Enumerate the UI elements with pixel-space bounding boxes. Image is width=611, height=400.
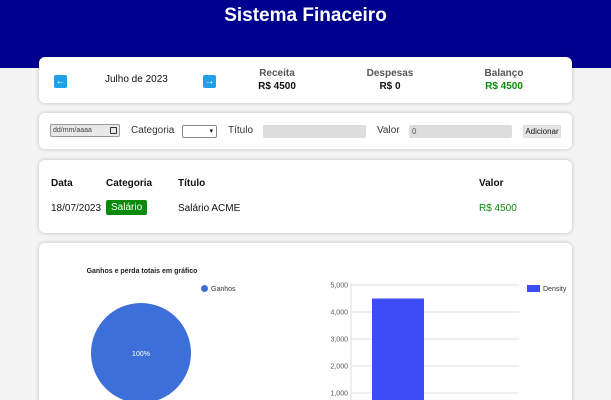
entry-form-card: dd/mm/aaaa Categoria ▾ Título Valor 0 Ad… xyxy=(39,113,572,149)
row-date: 18/07/2023 xyxy=(51,203,102,214)
date-placeholder: dd/mm/aaaa xyxy=(53,127,92,134)
y-tick-label: 5,000 xyxy=(330,283,348,290)
month-label: Julho de 2023 xyxy=(105,74,168,85)
bar-legend-label: Density xyxy=(543,286,567,293)
value-input[interactable]: 0 xyxy=(409,125,512,138)
balanco-value: R$ 4500 xyxy=(485,81,523,92)
summary-card: ← Julho de 2023 → Receita R$ 4500 Despes… xyxy=(39,57,572,103)
summary-receita: Receita R$ 4500 xyxy=(232,68,322,92)
bar-legend-swatch xyxy=(527,285,540,292)
pie-legend-swatch xyxy=(201,285,208,292)
column-header-title: Título xyxy=(178,178,206,189)
column-header-value: Valor xyxy=(479,178,504,189)
charts-card: Ganhos e perda totais em gráfico Ganhos … xyxy=(39,243,572,400)
pie-slice-label: 100% xyxy=(132,351,150,358)
y-tick-label: 4,000 xyxy=(330,310,348,317)
receita-label: Receita xyxy=(259,68,295,79)
despesas-value: R$ 0 xyxy=(379,81,401,92)
pie-legend-label: Ganhos xyxy=(211,286,236,293)
summary-despesas: Despesas R$ 0 xyxy=(345,68,435,92)
balanco-label: Balanço xyxy=(484,68,524,79)
category-select[interactable]: ▾ xyxy=(182,125,217,138)
bar-chart: 1,000 2,000 3,000 4,000 5,000 Density xyxy=(330,283,567,400)
pie-chart-title: Ganhos e perda totais em gráfico xyxy=(87,268,198,275)
chevron-down-icon: ▾ xyxy=(209,128,213,135)
date-input[interactable]: dd/mm/aaaa xyxy=(50,124,120,137)
arrow-right-icon[interactable]: → xyxy=(203,75,216,88)
row-title: Salário ACME xyxy=(178,203,241,214)
y-tick-label: 3,000 xyxy=(330,337,348,344)
column-header-date: Data xyxy=(51,178,73,189)
arrow-left-icon[interactable]: ← xyxy=(54,75,67,88)
receita-value: R$ 4500 xyxy=(258,81,296,92)
app-title: Sistema Finaceiro xyxy=(224,5,387,26)
row-value: R$ 4500 xyxy=(479,203,517,214)
transactions-table-card: Data Categoria Título Valor 18/07/2023 S… xyxy=(39,160,572,233)
y-tick-label: 2,000 xyxy=(330,364,348,371)
category-label: Categoria xyxy=(131,125,175,136)
bar xyxy=(372,298,424,400)
summary-balanco: Balanço R$ 4500 xyxy=(459,68,549,92)
pie-chart: Ganhos e perda totais em gráfico Ganhos … xyxy=(87,268,236,400)
value-label: Valor xyxy=(377,125,400,136)
despesas-label: Despesas xyxy=(366,68,414,79)
column-header-category: Categoria xyxy=(106,178,153,189)
y-tick-label: 1,000 xyxy=(330,391,348,398)
category-badge: Salário xyxy=(106,200,148,215)
calendar-icon[interactable] xyxy=(110,127,117,134)
title-input[interactable] xyxy=(263,125,366,138)
title-label: Título xyxy=(228,125,254,136)
add-button[interactable]: Adicionar xyxy=(523,125,561,138)
